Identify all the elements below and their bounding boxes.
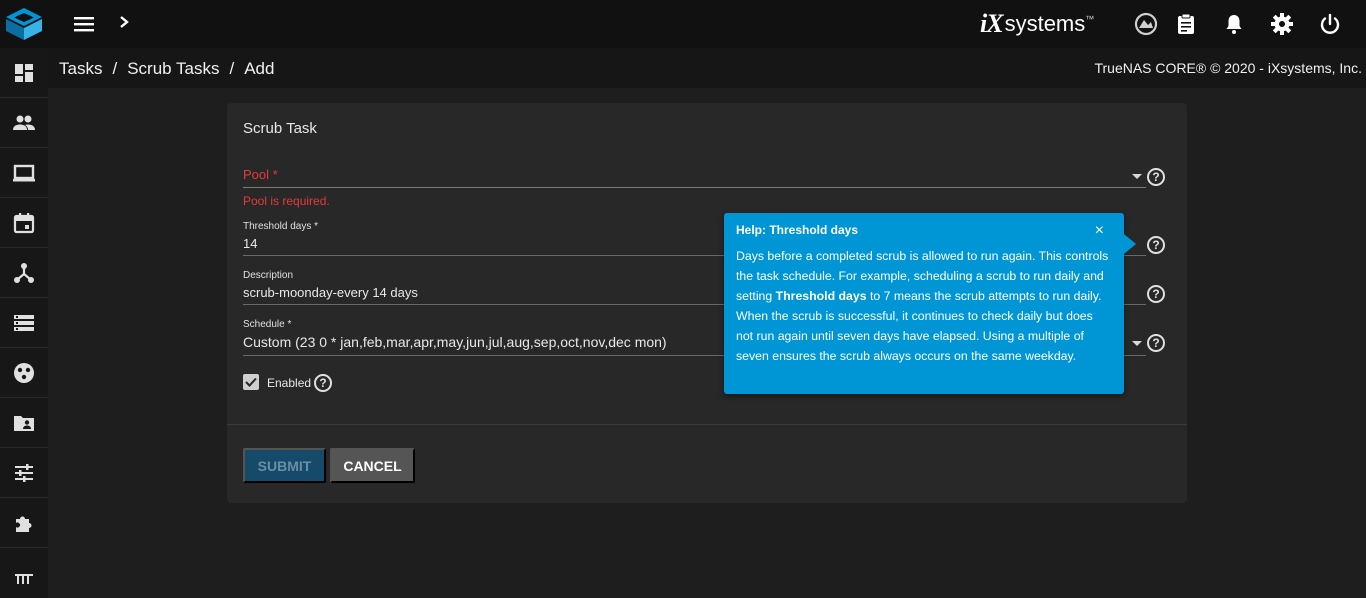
truecommand-icon[interactable] bbox=[1134, 12, 1158, 36]
tooltip-title: Help: Threshold days bbox=[736, 223, 859, 237]
close-icon[interactable]: × bbox=[1095, 222, 1104, 240]
tooltip-arrow bbox=[1124, 234, 1136, 254]
copyright-text: TrueNAS CORE® © 2020 - iXsystems, Inc. bbox=[1094, 60, 1362, 76]
menu-icon[interactable] bbox=[72, 14, 96, 34]
enabled-label: Enabled bbox=[267, 376, 312, 390]
enabled-help-icon[interactable]: ? bbox=[314, 374, 332, 392]
dashboard-icon bbox=[15, 63, 33, 82]
pool-select[interactable]: Pool * bbox=[243, 167, 1146, 189]
sharing-icon bbox=[14, 415, 34, 431]
enabled-checkbox[interactable] bbox=[243, 374, 259, 390]
system-icon bbox=[13, 164, 35, 181]
chevron-right-icon[interactable] bbox=[116, 12, 132, 32]
tooltip-body-bold: Threshold days bbox=[775, 289, 867, 303]
threshold-help-icon[interactable]: ? bbox=[1147, 236, 1165, 254]
description-help-icon[interactable]: ? bbox=[1147, 285, 1165, 303]
pool-dropdown-caret-icon[interactable] bbox=[1132, 174, 1142, 179]
jails-icon bbox=[15, 574, 33, 584]
truenas-logo-icon[interactable] bbox=[4, 6, 44, 42]
breadcrumb: Tasks / Scrub Tasks / Add bbox=[59, 59, 274, 79]
sidebar-item-dashboard[interactable] bbox=[0, 48, 48, 98]
form-divider bbox=[227, 424, 1187, 425]
tooltip-body: Days before a completed scrub is allowed… bbox=[736, 246, 1112, 366]
sidebar-item-sharing[interactable] bbox=[0, 398, 48, 448]
help-tooltip: Help: Threshold days × Days before a com… bbox=[724, 213, 1124, 394]
brand-tm: ™ bbox=[1085, 14, 1095, 24]
directory-services-icon bbox=[14, 362, 34, 383]
plugins-icon bbox=[16, 516, 32, 532]
tasks-icon bbox=[13, 212, 35, 233]
sidebar-item-system[interactable] bbox=[0, 148, 48, 198]
breadcrumb-scrub-tasks[interactable]: Scrub Tasks bbox=[127, 59, 219, 79]
sidebar-item-network[interactable] bbox=[0, 248, 48, 298]
sidebar-item-jails[interactable] bbox=[0, 548, 48, 598]
ixsystems-logo: iX systems ™ bbox=[980, 8, 1094, 40]
sidebar bbox=[0, 48, 48, 598]
clipboard-icon[interactable] bbox=[1174, 12, 1198, 36]
cancel-button[interactable]: CANCEL bbox=[330, 448, 415, 483]
breadcrumb-separator: / bbox=[229, 59, 235, 78]
gear-icon[interactable] bbox=[1270, 12, 1294, 36]
brand-systems: systems bbox=[1004, 11, 1086, 36]
top-bar: iX systems ™ bbox=[0, 0, 1366, 48]
checkmark-icon bbox=[245, 377, 257, 387]
breadcrumb-tasks[interactable]: Tasks bbox=[59, 59, 102, 79]
pool-label: Pool * bbox=[243, 167, 278, 182]
schedule-dropdown-caret-icon[interactable] bbox=[1132, 341, 1142, 346]
form-title: Scrub Task bbox=[243, 120, 317, 137]
power-icon[interactable] bbox=[1318, 12, 1342, 36]
network-icon bbox=[14, 262, 34, 283]
storage-icon bbox=[14, 314, 34, 331]
sidebar-item-services[interactable] bbox=[0, 448, 48, 498]
sidebar-item-accounts[interactable] bbox=[0, 98, 48, 148]
services-icon bbox=[15, 463, 33, 482]
breadcrumb-bar: Tasks / Scrub Tasks / Add TrueNAS CORE® … bbox=[48, 48, 1366, 88]
sidebar-item-directory-services[interactable] bbox=[0, 348, 48, 398]
pool-underline bbox=[243, 187, 1146, 188]
brand-ix: iX bbox=[980, 9, 1004, 38]
schedule-help-icon[interactable]: ? bbox=[1147, 334, 1165, 352]
sidebar-item-storage[interactable] bbox=[0, 298, 48, 348]
bell-icon[interactable] bbox=[1222, 12, 1246, 36]
sidebar-item-plugins[interactable] bbox=[0, 498, 48, 548]
accounts-icon bbox=[13, 115, 35, 130]
breadcrumb-add: Add bbox=[244, 59, 275, 78]
breadcrumb-separator: / bbox=[112, 59, 118, 78]
submit-button[interactable]: SUBMIT bbox=[243, 448, 326, 483]
pool-help-icon[interactable]: ? bbox=[1147, 168, 1165, 186]
sidebar-item-tasks[interactable] bbox=[0, 198, 48, 248]
pool-error: Pool is required. bbox=[243, 194, 330, 208]
